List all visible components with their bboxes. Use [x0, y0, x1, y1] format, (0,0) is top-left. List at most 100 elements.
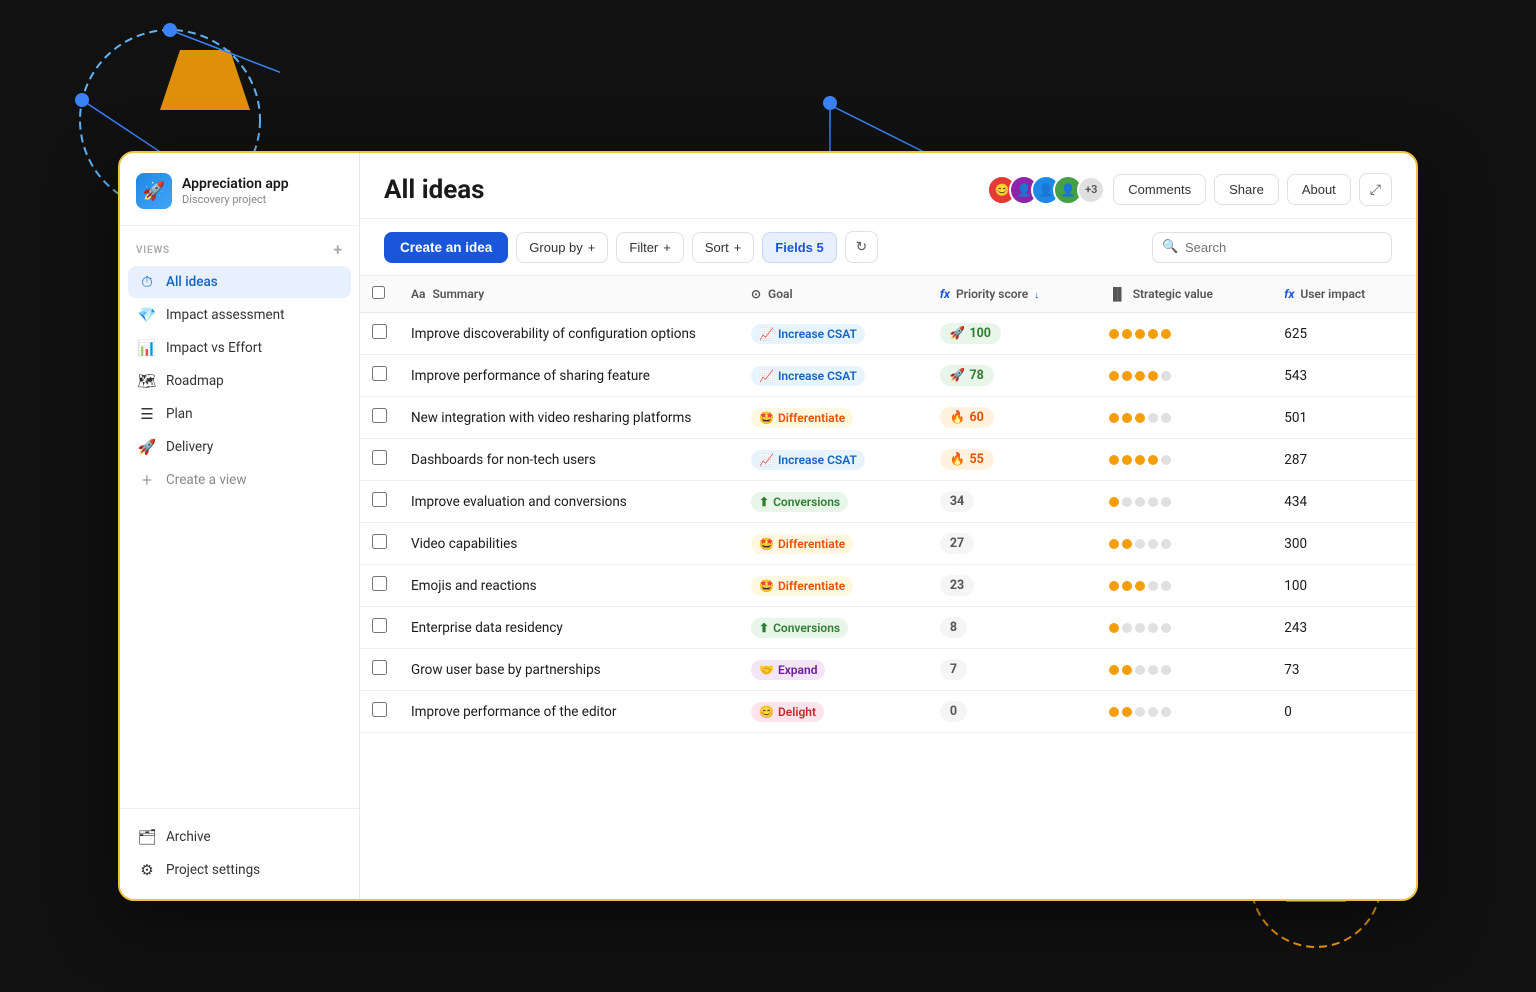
table-row[interactable]: Grow user base by partnerships 🤝 Expand …: [360, 649, 1416, 691]
row-strategic-cell: [1097, 565, 1273, 607]
row-impact-value: 73: [1284, 662, 1299, 678]
row-priority-cell: 34: [928, 481, 1097, 523]
dot-empty: [1161, 455, 1171, 465]
row-impact-cell: 300: [1272, 523, 1416, 565]
dot-empty: [1148, 581, 1158, 591]
page-title: All ideas: [384, 175, 485, 205]
filter-button[interactable]: Filter +: [616, 232, 683, 263]
refresh-button[interactable]: ↻: [845, 231, 878, 263]
table-row[interactable]: Enterprise data residency ⬆ Conversions …: [360, 607, 1416, 649]
select-all-checkbox[interactable]: [372, 286, 385, 299]
dot-empty: [1161, 581, 1171, 591]
sidebar-item-plan[interactable]: ☰ Plan: [128, 398, 351, 430]
row-impact-cell: 243: [1272, 607, 1416, 649]
th-summary-label: Summary: [432, 287, 484, 301]
goal-badge: 📈 Increase CSAT: [751, 324, 865, 344]
dot-filled: [1109, 707, 1119, 717]
row-strategic-cell: [1097, 439, 1273, 481]
table-header-row: Aa Summary ⊙ Goal fx Priority score ↓: [360, 276, 1416, 313]
row-summary-text: Dashboards for non-tech users: [411, 452, 596, 468]
main-header: All ideas 😊 👤 👤 👤 +3 Comments Share Abou…: [360, 153, 1416, 219]
sidebar-item-create-view[interactable]: + Create a view: [128, 464, 351, 496]
fields-button[interactable]: Fields 5: [762, 232, 836, 263]
dot-filled: [1122, 329, 1132, 339]
sidebar-item-impact-assessment[interactable]: 💎 Impact assessment: [128, 299, 351, 331]
table-row[interactable]: Video capabilities 🤩 Differentiate 27 30…: [360, 523, 1416, 565]
strategic-dots: [1109, 623, 1261, 633]
row-goal-cell: 🤩 Differentiate: [739, 523, 928, 565]
row-strategic-cell: [1097, 481, 1273, 523]
strategic-dots: [1109, 497, 1261, 507]
row-checkbox[interactable]: [372, 408, 387, 423]
sidebar-item-label: Delivery: [166, 439, 213, 455]
row-check-cell: [360, 313, 399, 355]
group-by-button[interactable]: Group by +: [516, 232, 608, 263]
row-checkbox[interactable]: [372, 576, 387, 591]
table-row[interactable]: Improve discoverability of configuration…: [360, 313, 1416, 355]
app-name: Appreciation app: [182, 176, 289, 193]
table-row[interactable]: Emojis and reactions 🤩 Differentiate 23 …: [360, 565, 1416, 607]
row-checkbox[interactable]: [372, 324, 387, 339]
add-view-btn[interactable]: +: [333, 242, 343, 258]
dot-empty: [1161, 665, 1171, 675]
row-check-cell: [360, 691, 399, 733]
table-row[interactable]: Improve performance of the editor 😊 Deli…: [360, 691, 1416, 733]
search-box: 🔍: [1152, 232, 1392, 263]
row-check-cell: [360, 523, 399, 565]
dot-empty: [1161, 707, 1171, 717]
row-strategic-cell: [1097, 607, 1273, 649]
th-priority[interactable]: fx Priority score ↓: [928, 276, 1097, 313]
th-strategic[interactable]: ▐▌ Strategic value: [1097, 276, 1273, 313]
row-impact-value: 243: [1284, 620, 1307, 636]
delivery-icon: 🚀: [138, 438, 156, 456]
sidebar-item-delivery[interactable]: 🚀 Delivery: [128, 431, 351, 463]
row-check-cell: [360, 481, 399, 523]
priority-score-badge: 27: [940, 533, 974, 554]
table-row[interactable]: New integration with video resharing pla…: [360, 397, 1416, 439]
table-row[interactable]: Improve performance of sharing feature 📈…: [360, 355, 1416, 397]
row-checkbox[interactable]: [372, 618, 387, 633]
row-checkbox[interactable]: [372, 702, 387, 717]
expand-button[interactable]: ⤢: [1359, 173, 1392, 206]
row-checkbox[interactable]: [372, 450, 387, 465]
strategic-dots: [1109, 371, 1261, 381]
roadmap-icon: 🗺: [138, 372, 156, 390]
table-row[interactable]: Dashboards for non-tech users 📈 Increase…: [360, 439, 1416, 481]
search-input[interactable]: [1152, 232, 1392, 263]
th-impact[interactable]: fx User impact: [1272, 276, 1416, 313]
goal-badge: 🤩 Differentiate: [751, 534, 853, 554]
row-strategic-cell: [1097, 355, 1273, 397]
dot-empty: [1161, 371, 1171, 381]
goal-badge: 🤩 Differentiate: [751, 576, 853, 596]
th-goal[interactable]: ⊙ Goal: [739, 276, 928, 313]
create-idea-button[interactable]: Create an idea: [384, 232, 508, 263]
share-button[interactable]: Share: [1214, 174, 1279, 205]
about-button[interactable]: About: [1287, 174, 1351, 205]
row-checkbox[interactable]: [372, 534, 387, 549]
comments-button[interactable]: Comments: [1113, 174, 1206, 205]
score-emoji: 🔥: [950, 452, 966, 467]
sidebar-item-impact-effort[interactable]: 📊 Impact vs Effort: [128, 332, 351, 364]
table-row[interactable]: Improve evaluation and conversions ⬆ Con…: [360, 481, 1416, 523]
row-checkbox[interactable]: [372, 492, 387, 507]
row-strategic-cell: [1097, 523, 1273, 565]
sidebar-item-label: Create a view: [166, 472, 246, 488]
sidebar-item-roadmap[interactable]: 🗺 Roadmap: [128, 365, 351, 397]
ideas-table: Aa Summary ⊙ Goal fx Priority score ↓: [360, 276, 1416, 733]
row-checkbox[interactable]: [372, 366, 387, 381]
sidebar-item-project-settings[interactable]: ⚙ Project settings: [128, 854, 351, 886]
th-summary[interactable]: Aa Summary: [399, 276, 739, 313]
goal-emoji: 😊: [759, 705, 774, 719]
dot-filled: [1122, 665, 1132, 675]
row-checkbox[interactable]: [372, 660, 387, 675]
goal-emoji: 📈: [759, 327, 774, 341]
group-by-plus-icon: +: [588, 240, 596, 255]
plan-icon: ☰: [138, 405, 156, 423]
sidebar-item-archive[interactable]: 🗂 Archive: [128, 821, 351, 853]
sidebar-section-label: VIEWS +: [128, 242, 351, 266]
sidebar-item-all-ideas[interactable]: ⏱ All ideas: [128, 266, 351, 298]
dot-filled: [1122, 707, 1132, 717]
sort-button[interactable]: Sort +: [692, 232, 754, 263]
ideas-table-container[interactable]: Aa Summary ⊙ Goal fx Priority score ↓: [360, 276, 1416, 899]
sidebar-item-label: Roadmap: [166, 373, 224, 389]
